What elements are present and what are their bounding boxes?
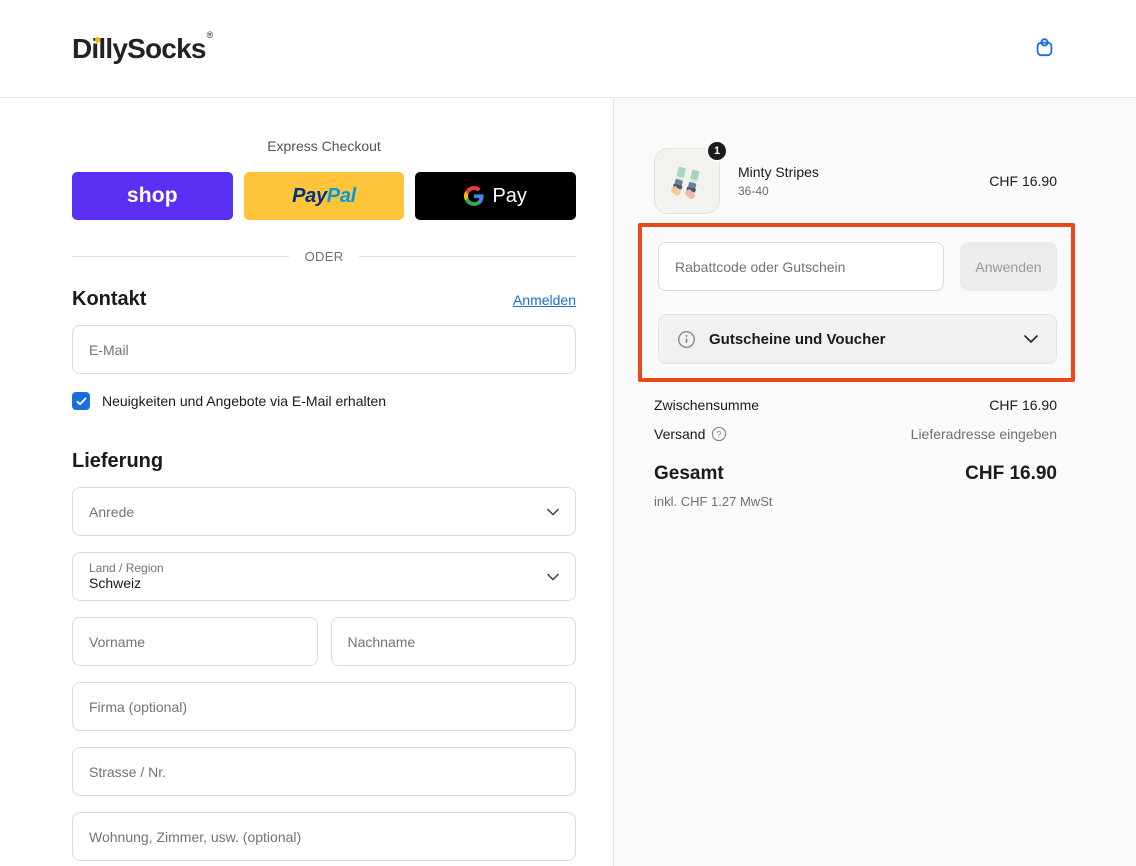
product-thumbnail: 1 [654, 140, 728, 214]
store-logo[interactable]: DillySocks® [72, 30, 214, 65]
highlight-annotation: Anwenden Gutscheine und Voucher [638, 223, 1075, 382]
subtotal-value: CHF 16.90 [989, 397, 1057, 413]
store-logo-text: DillySocks [72, 32, 206, 64]
email-field[interactable] [72, 325, 576, 374]
or-divider: ODER [72, 249, 577, 264]
discount-row: Anwenden [658, 242, 1057, 291]
country-select-label: Land / Region [89, 561, 164, 575]
product-name: Minty Stripes [738, 164, 819, 180]
shop-pay-button[interactable]: shop [72, 172, 233, 220]
newsletter-label: Neuigkeiten und Angebote via E-Mail erha… [102, 393, 387, 409]
shipping-title: Lieferung [72, 450, 164, 472]
product-variant: 36-40 [738, 184, 769, 198]
logo-yellow-dot [94, 37, 100, 43]
newsletter-row: Neuigkeiten und Angebote via E-Mail erha… [72, 392, 576, 410]
company-field[interactable] [72, 682, 576, 731]
paypal-logo: PayPal [292, 184, 356, 207]
quantity-badge: 1 [706, 140, 728, 162]
name-fields-row [72, 617, 576, 666]
last-name-field[interactable] [330, 617, 576, 666]
country-select-value: Schweiz [89, 575, 142, 591]
tax-note: inkl. CHF 1.27 MwSt [654, 494, 773, 509]
street-field[interactable] [72, 747, 576, 796]
product-info: Minty Stripes 36-40 [738, 164, 971, 198]
street-field-block [72, 747, 576, 796]
shipping-value: Lieferadresse eingeben [910, 426, 1057, 442]
chevron-down-icon [547, 508, 559, 515]
newsletter-checkbox[interactable] [72, 392, 90, 410]
express-checkout-title: Express Checkout [267, 138, 381, 154]
divider-line [359, 256, 577, 257]
product-price: CHF 16.90 [989, 173, 1057, 189]
apartment-field[interactable] [72, 812, 576, 861]
registered-trademark: ® [206, 30, 214, 41]
cart-bag-button[interactable] [1033, 36, 1056, 62]
paypal-button[interactable]: PayPal [243, 172, 405, 220]
grand-total-label: Gesamt [654, 463, 724, 484]
chevron-down-icon [547, 573, 559, 580]
contact-section-head: Kontakt Anmelden [72, 288, 576, 311]
subtotal-label: Zwischensumme [654, 397, 760, 413]
svg-text:?: ? [717, 429, 722, 439]
checkout-form-pane: Express Checkout shop PayPal Pay ODER Ko… [0, 98, 613, 866]
apartment-field-block [72, 812, 576, 861]
grand-total-row: Gesamt CHF 16.90 [654, 463, 1057, 485]
contact-title: Kontakt [72, 288, 147, 310]
checkout-main: Express Checkout shop PayPal Pay ODER Ko… [0, 98, 1136, 866]
apply-discount-button[interactable]: Anwenden [960, 242, 1057, 291]
shopping-bag-icon [1033, 36, 1056, 62]
grand-total-value: CHF 16.90 [965, 463, 1057, 484]
chevron-down-icon [1024, 335, 1038, 343]
google-pay-label: Pay [492, 184, 527, 207]
discount-code-input[interactable] [658, 242, 944, 291]
voucher-accordion[interactable]: Gutscheine und Voucher [658, 314, 1057, 364]
voucher-label: Gutscheine und Voucher [709, 330, 886, 348]
checkout-header: DillySocks® [0, 0, 1136, 98]
cart-line-item: 1 Minty Stripes 36-40 CHF 16.90 [654, 140, 1057, 214]
google-pay-button[interactable]: Pay [415, 172, 577, 220]
shop-pay-logo: shop [126, 184, 178, 207]
order-summary-pane: 1 Minty Stripes 36-40 CHF 16.90 Anwenden [613, 98, 1136, 866]
shipping-label: Versand [654, 426, 706, 442]
company-field-block [72, 682, 576, 731]
express-checkout-buttons: shop PayPal Pay [72, 172, 577, 220]
help-icon[interactable]: ? [711, 426, 727, 442]
country-select[interactable]: Land / Region Schweiz [72, 552, 576, 601]
google-g-icon [464, 186, 485, 206]
divider-text: ODER [304, 249, 344, 264]
first-name-field[interactable] [72, 617, 318, 666]
login-link[interactable]: Anmelden [513, 292, 576, 308]
divider-line [72, 256, 289, 257]
totals-section: Zwischensumme CHF 16.90 Versand ? Liefer… [654, 397, 1057, 509]
shipping-row: Versand ? Lieferadresse eingeben [654, 426, 1057, 442]
salutation-select[interactable]: Anrede [72, 487, 576, 536]
info-icon [677, 330, 696, 349]
subtotal-row: Zwischensumme CHF 16.90 [654, 397, 1057, 413]
product-image [663, 157, 711, 205]
